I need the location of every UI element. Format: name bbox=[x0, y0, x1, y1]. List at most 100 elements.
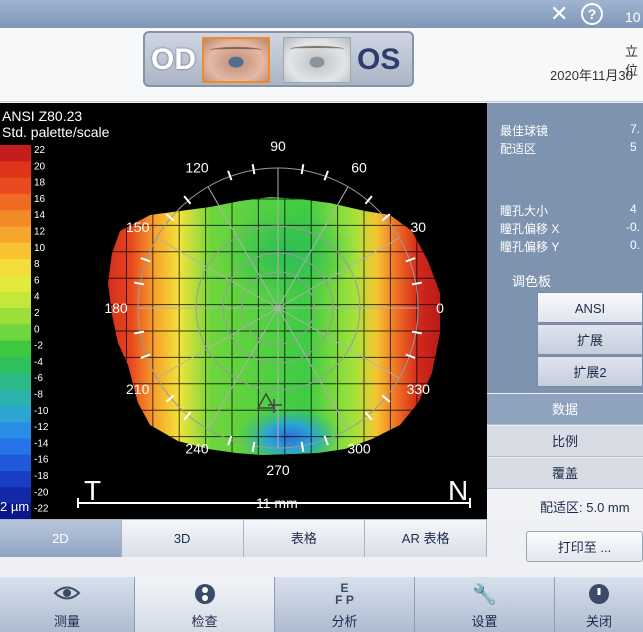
aberration-map-panel[interactable]: 22 20 18 16 14 12 10 8 6 4 2 0 -2 -4 -6 -8 -10 -12 -14 -16-… bbox=[0, 103, 487, 519]
nav-close[interactable]: 关闭 bbox=[555, 577, 643, 632]
tab-3d[interactable]: 3D bbox=[121, 519, 244, 557]
scale-tick-label: 6 bbox=[34, 275, 40, 286]
tab-scale[interactable]: 比例 bbox=[487, 426, 643, 457]
fit-zone-text: 配适区: 5.0 mm bbox=[540, 500, 630, 515]
eye-icon bbox=[0, 582, 134, 608]
scale-standard-title: ANSI Z80.23 bbox=[2, 108, 83, 124]
scale-swatch bbox=[0, 405, 31, 423]
scale-tick-label: -22 bbox=[34, 504, 49, 515]
help-icon[interactable]: ? bbox=[581, 3, 603, 25]
scale-tick-label: -2 bbox=[34, 341, 43, 352]
angle-tick bbox=[227, 170, 233, 181]
print-to-button[interactable]: 打印至 ... bbox=[526, 531, 643, 562]
scale-tick-label: -10 bbox=[34, 406, 49, 417]
aberration-map[interactable]: 2220181614121086420-2-4-6-8-10-12-14-16-… bbox=[0, 103, 487, 519]
pupil-offset-x-value: -0. bbox=[626, 220, 641, 234]
angle-label: 30 bbox=[411, 219, 427, 235]
angle-tick bbox=[251, 164, 256, 175]
view-tabs: 2D 3D 表格 AR 表格 bbox=[0, 519, 487, 557]
scale-tick-label: 4 bbox=[34, 292, 40, 303]
palette-extended-button[interactable]: 扩展 bbox=[537, 324, 643, 355]
scale-tick-label: -4 bbox=[34, 357, 43, 368]
scale-swatch bbox=[0, 373, 31, 390]
scale-tick-label: 10 bbox=[34, 243, 46, 254]
nav-analysis-label: 分析 bbox=[331, 614, 358, 629]
angle-label: 150 bbox=[126, 219, 150, 235]
nav-settings-label: 设置 bbox=[471, 614, 498, 629]
pupil-offset-x-label: 瞳孔偏移 X bbox=[500, 222, 560, 236]
os-eye-photo[interactable] bbox=[283, 37, 351, 83]
od-eye-photo[interactable] bbox=[202, 37, 270, 83]
scale-tick-label: 14 bbox=[34, 210, 46, 221]
fit-zone-label: 配适区 bbox=[500, 142, 537, 156]
palette-extended2-button[interactable]: 扩展2 bbox=[537, 356, 643, 387]
nav-close-label: 关闭 bbox=[585, 614, 612, 629]
nav-measure[interactable]: 测量 bbox=[0, 577, 135, 632]
angle-label: 270 bbox=[266, 462, 290, 478]
title-number: 10 bbox=[625, 9, 641, 25]
close-icon[interactable]: ✕ bbox=[550, 3, 568, 25]
scale-swatch bbox=[0, 161, 31, 179]
tab-ar-table[interactable]: AR 表格 bbox=[365, 519, 487, 557]
diameter-label: 11 mm bbox=[256, 495, 298, 511]
scale-tick-label: 2 bbox=[34, 308, 40, 319]
angle-label: 330 bbox=[407, 381, 431, 397]
scale-tick-label: -12 bbox=[34, 422, 49, 433]
scale-swatch bbox=[0, 308, 31, 325]
best-sphere-value: 7. bbox=[630, 122, 641, 136]
scale-tick-label: 20 bbox=[34, 161, 46, 172]
scale-tick-label: 12 bbox=[34, 227, 46, 238]
od-label[interactable]: OD bbox=[151, 43, 196, 77]
tab-table[interactable]: 表格 bbox=[243, 519, 366, 557]
best-sphere-label: 最佳球镜 bbox=[500, 124, 549, 138]
fit-zone-value: 5 bbox=[630, 140, 637, 154]
angle-label: 210 bbox=[126, 381, 150, 397]
info-panel: 最佳球镜 7. 配适区 5 瞳孔大小 4 瞳孔偏移 X -0. 瞳孔偏移 Y 0… bbox=[487, 103, 643, 519]
angle-tick bbox=[300, 164, 305, 175]
scale-swatch bbox=[0, 226, 31, 244]
nav-settings[interactable]: 🔧 设置 bbox=[415, 577, 555, 632]
palette-ansi-button[interactable]: ANSI bbox=[537, 292, 643, 323]
angle-label: 300 bbox=[347, 440, 371, 456]
info-summary: 最佳球镜 7. 配适区 5 瞳孔大小 4 瞳孔偏移 X -0. 瞳孔偏移 Y 0… bbox=[487, 103, 643, 393]
scale-swatch bbox=[0, 454, 31, 472]
scale-tick-label: 18 bbox=[34, 178, 46, 189]
scale-tick-label: 0 bbox=[34, 324, 40, 335]
angle-label: 240 bbox=[185, 440, 209, 456]
wrench-icon: 🔧 bbox=[472, 584, 497, 606]
nav-measure-label: 测量 bbox=[53, 614, 80, 629]
scale-swatch bbox=[0, 242, 31, 260]
tab-overlay[interactable]: 覆盖 bbox=[487, 458, 643, 489]
eyelid bbox=[210, 47, 262, 53]
scale-swatch bbox=[0, 471, 31, 488]
palette-title: 调色板 bbox=[512, 274, 552, 289]
scale-swatch bbox=[0, 356, 31, 374]
chart-letters-icon: EF P bbox=[335, 581, 354, 607]
scale-tick-label: 16 bbox=[34, 194, 46, 205]
pupil-size-value: 4 bbox=[630, 202, 637, 216]
nav-review[interactable]: 检查 bbox=[135, 577, 275, 632]
color-scale-labels: 2220181614121086420-2-4-6-8-10-12-14-16-… bbox=[34, 145, 49, 515]
temporal-label: T bbox=[84, 475, 102, 506]
angle-label: 180 bbox=[104, 300, 128, 316]
os-label[interactable]: OS bbox=[357, 43, 400, 77]
scale-swatch bbox=[0, 177, 31, 195]
scale-tick-label: -16 bbox=[34, 455, 49, 466]
eye-selector[interactable]: OD OS bbox=[143, 31, 414, 87]
nav-analysis[interactable]: EF P 分析 bbox=[275, 577, 415, 632]
angle-label: 120 bbox=[185, 160, 209, 176]
pupil-size-label: 瞳孔大小 bbox=[500, 204, 549, 218]
review-icon bbox=[135, 582, 274, 608]
header: OD OS 立位 2020年11月30 bbox=[0, 28, 643, 102]
pupil-offset-y-label: 瞳孔偏移 Y bbox=[500, 240, 560, 254]
scale-swatch bbox=[0, 389, 31, 407]
angle-label: 90 bbox=[270, 138, 286, 154]
angle-label: 0 bbox=[436, 300, 444, 316]
scale-swatch bbox=[0, 210, 31, 227]
angle-tick bbox=[323, 170, 329, 181]
tab-2d[interactable]: 2D bbox=[0, 519, 122, 557]
tab-data[interactable]: 数据 bbox=[487, 394, 643, 425]
angle-label: 60 bbox=[351, 160, 367, 176]
scale-palette-title: Std. palette/scale bbox=[2, 124, 110, 140]
color-scale bbox=[0, 145, 31, 519]
